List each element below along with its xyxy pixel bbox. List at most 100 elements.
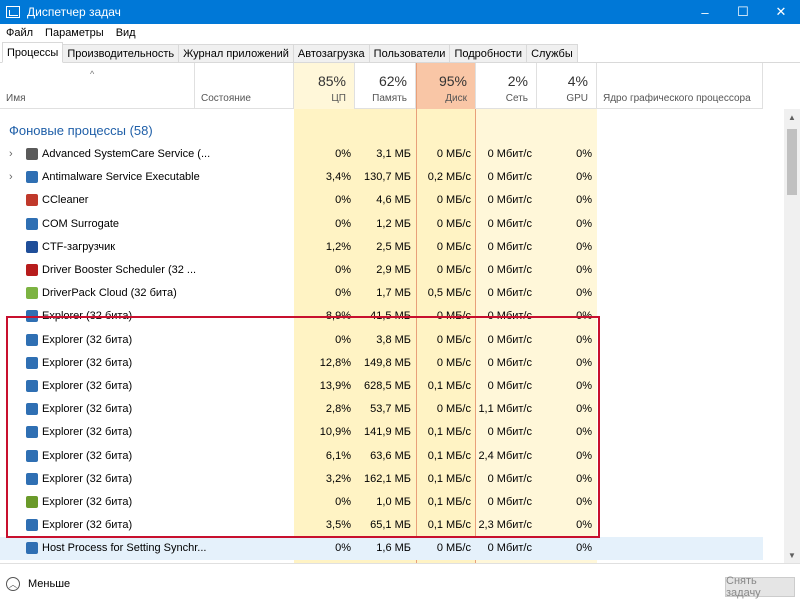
table-row[interactable]: › Antimalware Service Executable 3,4% 130,7… [0, 166, 763, 189]
window-title: Диспетчер задач [27, 5, 121, 19]
cpu-value: 0% [335, 194, 351, 207]
table-row[interactable]: Host Process for Setting Synchr... 0% 1,6 … [0, 537, 763, 561]
highlight-box [6, 316, 600, 538]
driverpack-icon [26, 287, 38, 300]
table-row[interactable]: CTF-загрузчик 1,2% 2,5 МБ 0 МБ/с 0 Мбит/с 0% [0, 236, 763, 259]
memory-value: 1,6 МБ [376, 542, 411, 555]
process-name: DriverPack Cloud (32 бита) [42, 287, 177, 300]
maximize-button[interactable]: ☐ [724, 0, 762, 24]
process-name: Driver Booster Scheduler (32 ... [42, 264, 197, 276]
scroll-down-icon[interactable]: ▼ [784, 547, 800, 563]
cpu-value: 3,4% [325, 171, 351, 184]
column-memory[interactable]: 62% Память [355, 63, 416, 109]
tab-details[interactable]: Подробности [449, 44, 528, 62]
disk-value: 0 МБ/с [436, 542, 471, 555]
cpu-value: 0% [335, 217, 351, 230]
tab-app-history[interactable]: Журнал приложений [178, 44, 294, 62]
table-row[interactable]: COM Surrogate 0% 1,2 МБ 0 МБ/с 0 Мбит/с 0% [0, 213, 763, 236]
menu-bar: Файл Параметры Вид [0, 24, 800, 42]
disk-value: 0 МБ/с [436, 240, 471, 253]
process-name: COM Surrogate [42, 217, 120, 230]
table-row[interactable]: DriverPack Cloud (32 бита) 0% 1,7 МБ 0,5 МБ… [0, 282, 763, 305]
gpu-value: 0% [576, 171, 592, 184]
network-value: 0 Мбит/с [487, 171, 532, 184]
tab-users[interactable]: Пользователи [368, 44, 451, 62]
tab-strip: Процессы Производительность Журнал прило… [0, 42, 800, 63]
column-status[interactable]: Состояние [195, 63, 294, 109]
menu-options[interactable]: Параметры [39, 27, 110, 39]
tab-startup[interactable]: Автозагрузка [292, 44, 370, 62]
memory-value: 130,7 МБ [364, 171, 411, 184]
menu-file[interactable]: Файл [0, 27, 39, 39]
network-value: 0 Мбит/с [487, 217, 532, 230]
process-name: Advanced SystemCare Service (... [42, 148, 211, 160]
network-value: 0 Мбит/с [487, 240, 532, 253]
scroll-up-icon[interactable]: ▲ [784, 109, 800, 125]
column-gpu-engine[interactable]: Ядро графического процессора [597, 63, 763, 109]
antimalware-icon [26, 171, 38, 184]
cpu-value: 1,2% [325, 240, 351, 253]
driver-booster-icon [26, 264, 38, 276]
table-row[interactable]: Driver Booster Scheduler (32 ... 0% 2,9 МБ… [0, 259, 763, 282]
column-header: ^ Имя Состояние 85% ЦП 62% Память 95% Ди… [0, 63, 763, 109]
gpu-value: 0% [576, 148, 592, 160]
process-name: Antimalware Service Executable [42, 171, 200, 184]
expand-chevron-icon[interactable]: › [9, 171, 13, 183]
network-value: 0 Мбит/с [487, 287, 532, 300]
gpu-value: 0% [576, 264, 592, 276]
sort-up-icon: ^ [90, 69, 95, 79]
cpu-value: 0% [335, 264, 351, 276]
vertical-scrollbar[interactable]: ▲ ▼ [784, 109, 800, 563]
advanced-systemcare-icon [26, 148, 38, 160]
host-process-icon [26, 542, 38, 555]
column-disk[interactable]: 95% Диск [416, 63, 476, 109]
ctf-loader-icon [26, 240, 38, 253]
column-network[interactable]: 2% Сеть [476, 63, 537, 109]
network-value: 0 Мбит/с [487, 194, 532, 207]
chevron-up-icon: ︿ [6, 577, 20, 591]
gpu-value: 0% [576, 194, 592, 207]
column-gpu[interactable]: 4% GPU [537, 63, 597, 109]
disk-value: 0 МБ/с [436, 194, 471, 207]
network-value: 0 Мбит/с [487, 264, 532, 276]
tab-performance[interactable]: Производительность [62, 44, 180, 62]
process-name: Host Process for Setting Synchr... [42, 542, 207, 555]
group-title: Фоновые процессы (58) [9, 123, 153, 138]
memory-value: 2,9 МБ [376, 264, 411, 276]
disk-value: 0 МБ/с [436, 264, 471, 276]
tab-processes[interactable]: Процессы [2, 42, 64, 63]
disk-value: 0 МБ/с [436, 148, 471, 160]
close-button[interactable]: ✕ [762, 0, 800, 24]
table-row[interactable]: › Advanced SystemCare Service (... 0% 3,1 М… [0, 143, 763, 166]
fewer-details-button[interactable]: ︿ Меньше [6, 577, 70, 591]
table-row[interactable]: CCleaner 0% 4,6 МБ 0 МБ/с 0 Мбит/с 0% [0, 189, 763, 212]
menu-view[interactable]: Вид [110, 27, 142, 39]
disk-value: 0 МБ/с [436, 217, 471, 230]
memory-value: 4,6 МБ [376, 194, 411, 207]
memory-value: 3,1 МБ [376, 148, 411, 160]
tab-services[interactable]: Службы [526, 44, 578, 62]
minimize-button[interactable]: – [686, 0, 724, 24]
gpu-value: 0% [576, 240, 592, 253]
gpu-value: 0% [576, 542, 592, 555]
cpu-value: 0% [335, 287, 351, 300]
expand-chevron-icon[interactable]: › [9, 148, 13, 160]
gpu-value: 0% [576, 217, 592, 230]
process-name: CTF-загрузчик [42, 240, 116, 253]
disk-value: 0,2 МБ/с [427, 171, 471, 184]
process-name: CCleaner [42, 194, 89, 207]
gpu-value: 0% [576, 287, 592, 300]
ccleaner-icon [26, 194, 38, 207]
task-manager-icon [6, 6, 20, 18]
cpu-value: 0% [335, 542, 351, 555]
column-cpu[interactable]: 85% ЦП [294, 63, 355, 109]
footer: ︿ Меньше Снять задачу [0, 563, 800, 606]
disk-value: 0,5 МБ/с [427, 287, 471, 300]
end-task-button[interactable]: Снять задачу [725, 575, 795, 599]
cpu-value: 0% [335, 148, 351, 160]
memory-value: 1,7 МБ [376, 287, 411, 300]
network-value: 0 Мбит/с [487, 148, 532, 160]
column-name[interactable]: ^ Имя [0, 63, 195, 109]
scroll-thumb[interactable] [787, 129, 797, 195]
network-value: 0 Мбит/с [487, 542, 532, 555]
